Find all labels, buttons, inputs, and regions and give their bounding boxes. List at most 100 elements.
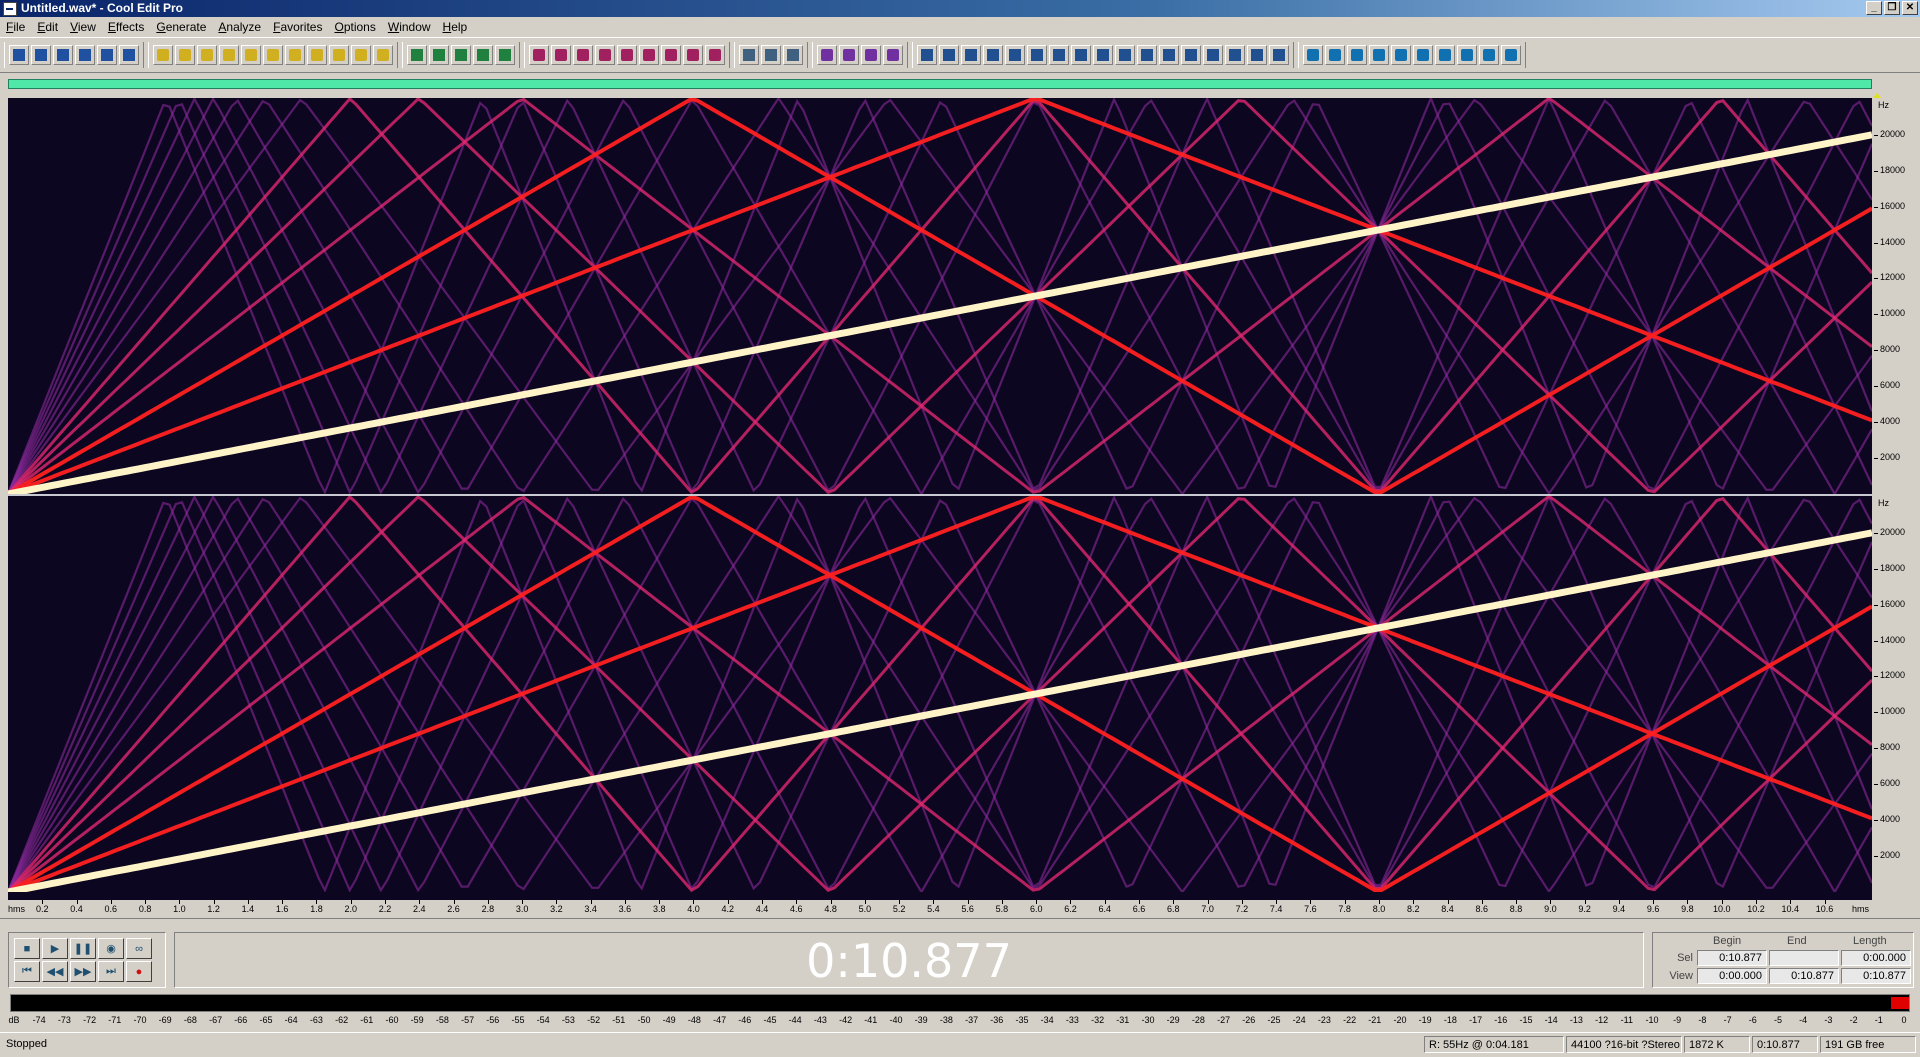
script-button[interactable] — [1501, 45, 1521, 65]
generate-silence-button[interactable] — [1369, 45, 1389, 65]
spectral-view[interactable] — [8, 98, 1872, 900]
restore-button[interactable]: ❐ — [1884, 1, 1900, 15]
spectrogram-left[interactable] — [8, 98, 1872, 494]
filter-button[interactable] — [1115, 45, 1135, 65]
menu-analyze[interactable]: Analyze — [212, 20, 267, 34]
zoom-full-button[interactable] — [495, 45, 515, 65]
settings-button[interactable] — [761, 45, 781, 65]
graphic-eq-button[interactable] — [1137, 45, 1157, 65]
insert-cue-button[interactable] — [705, 45, 725, 65]
normalize-button[interactable] — [883, 45, 903, 65]
generate-dtmf-button[interactable] — [1347, 45, 1367, 65]
mix-paste-button[interactable] — [307, 45, 327, 65]
statistics-button[interactable] — [1435, 45, 1455, 65]
close-button[interactable]: ✕ — [1902, 1, 1918, 15]
sel-begin-field[interactable]: 0:10.877 — [1697, 950, 1767, 966]
marker-button[interactable] — [683, 45, 703, 65]
menu-file[interactable]: File — [0, 20, 31, 34]
menu-edit[interactable]: Edit — [31, 20, 64, 34]
reverb-button[interactable] — [1005, 45, 1025, 65]
stretch-button[interactable] — [1203, 45, 1223, 65]
close-file-button[interactable] — [119, 45, 139, 65]
trim-button[interactable] — [329, 45, 349, 65]
rewind-button[interactable]: ◀◀ — [42, 961, 68, 982]
envelope-button[interactable] — [861, 45, 881, 65]
minimize-button[interactable]: _ — [1866, 1, 1882, 15]
sel-length-field[interactable]: 0:00.000 — [1841, 950, 1911, 966]
scan-clips-button[interactable] — [1457, 45, 1477, 65]
pause-button[interactable] — [595, 45, 615, 65]
stop-button[interactable]: ■ — [14, 938, 40, 959]
view-end-field[interactable]: 0:10.877 — [1769, 968, 1839, 984]
batch-button[interactable] — [1479, 45, 1499, 65]
waveform-view-button[interactable] — [407, 45, 427, 65]
save-file-button[interactable] — [75, 45, 95, 65]
record-button[interactable]: ● — [126, 961, 152, 982]
echo-button[interactable] — [1027, 45, 1047, 65]
fast-forward-button[interactable]: ▶▶ — [70, 961, 96, 982]
delay-button[interactable] — [1071, 45, 1091, 65]
play-to-end-button[interactable]: ◉ — [98, 938, 124, 959]
spectral-view-button[interactable] — [429, 45, 449, 65]
select-all-button[interactable] — [351, 45, 371, 65]
snap-button[interactable] — [373, 45, 393, 65]
dynamics-button[interactable] — [839, 45, 859, 65]
zoom-out-horiz-button[interactable] — [473, 45, 493, 65]
undo-button[interactable] — [153, 45, 173, 65]
play-button[interactable] — [551, 45, 571, 65]
menu-help[interactable]: Help — [437, 20, 474, 34]
redo-button[interactable] — [175, 45, 195, 65]
amplify-button[interactable] — [817, 45, 837, 65]
chorus-button[interactable] — [1049, 45, 1069, 65]
spectrogram-right[interactable] — [8, 496, 1872, 892]
noise-reduction-button[interactable] — [939, 45, 959, 65]
menu-favorites[interactable]: Favorites — [267, 20, 328, 34]
cue-list-button[interactable] — [661, 45, 681, 65]
analyze-frequency-button[interactable] — [1391, 45, 1411, 65]
new-file-button[interactable] — [31, 45, 51, 65]
stop-button[interactable] — [573, 45, 593, 65]
view-begin-field[interactable]: 0:00.000 — [1697, 968, 1767, 984]
distortion-button[interactable] — [1247, 45, 1267, 65]
save-all-button[interactable] — [97, 45, 117, 65]
sel-end-field[interactable] — [1769, 950, 1839, 966]
click-eliminator-button[interactable] — [961, 45, 981, 65]
go-to-start-button[interactable]: ⏮ — [14, 961, 40, 982]
menu-effects[interactable]: Effects — [102, 20, 150, 34]
copy-button[interactable] — [219, 45, 239, 65]
loop-button[interactable]: ∞ — [126, 938, 152, 959]
paste-new-button[interactable] — [285, 45, 305, 65]
horizontal-scroll-strip[interactable] — [0, 918, 1920, 927]
parametric-eq-button[interactable] — [1159, 45, 1179, 65]
brainwave-button[interactable] — [1225, 45, 1245, 65]
go-to-end-button[interactable]: ⏭ — [98, 961, 124, 982]
properties-button[interactable] — [739, 45, 759, 65]
play-button[interactable]: ▶ — [42, 938, 68, 959]
record-button[interactable] — [529, 45, 549, 65]
view-length-field[interactable]: 0:10.877 — [1841, 968, 1911, 984]
zoom-in-horiz-button[interactable] — [451, 45, 471, 65]
pitch-button[interactable] — [1181, 45, 1201, 65]
pause-button[interactable]: ❚❚ — [70, 938, 96, 959]
clip-indicator[interactable] — [1891, 997, 1909, 1009]
menu-options[interactable]: Options — [328, 20, 381, 34]
open-file-button[interactable] — [53, 45, 73, 65]
app-icon[interactable] — [3, 2, 17, 16]
flanger-button[interactable] — [1093, 45, 1113, 65]
cut-button[interactable] — [241, 45, 261, 65]
hard-limit-button[interactable] — [917, 45, 937, 65]
channel-right[interactable] — [8, 496, 1872, 892]
zoom-selection-button[interactable] — [639, 45, 659, 65]
menu-generate[interactable]: Generate — [150, 20, 212, 34]
hiss-reduction-button[interactable] — [983, 45, 1003, 65]
generate-tone-button[interactable] — [1303, 45, 1323, 65]
multitrack-view-button[interactable] — [9, 45, 29, 65]
analyze-phase-button[interactable] — [1413, 45, 1433, 65]
paste-button[interactable] — [263, 45, 283, 65]
loop-button[interactable] — [617, 45, 637, 65]
help-button[interactable] — [783, 45, 803, 65]
overview-range[interactable] — [8, 79, 1872, 89]
channel-left[interactable] — [8, 98, 1872, 494]
menu-window[interactable]: Window — [382, 20, 437, 34]
convolution-button[interactable] — [1269, 45, 1289, 65]
